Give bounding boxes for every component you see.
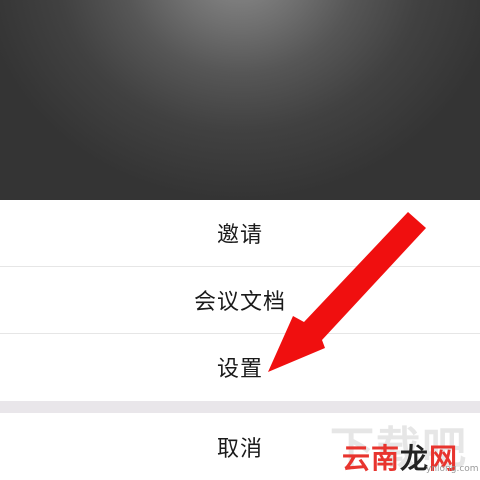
meeting-docs-label: 会议文档	[193, 290, 286, 315]
invite-label: 邀请	[216, 223, 263, 248]
section-gap	[0, 401, 480, 413]
settings-button[interactable]: 设置	[0, 334, 480, 400]
invite-button[interactable]: 邀请	[0, 200, 480, 266]
screen: 邀请 会议文档 设置 取消 下载吧 云南龙网 ynlong.com	[0, 0, 480, 480]
cancel-label: 取消	[216, 437, 263, 462]
settings-label: 设置	[216, 357, 263, 382]
meeting-docs-button[interactable]: 会议文档	[0, 267, 480, 333]
cancel-button[interactable]: 取消	[0, 414, 480, 480]
dimmed-video-background	[0, 0, 480, 200]
